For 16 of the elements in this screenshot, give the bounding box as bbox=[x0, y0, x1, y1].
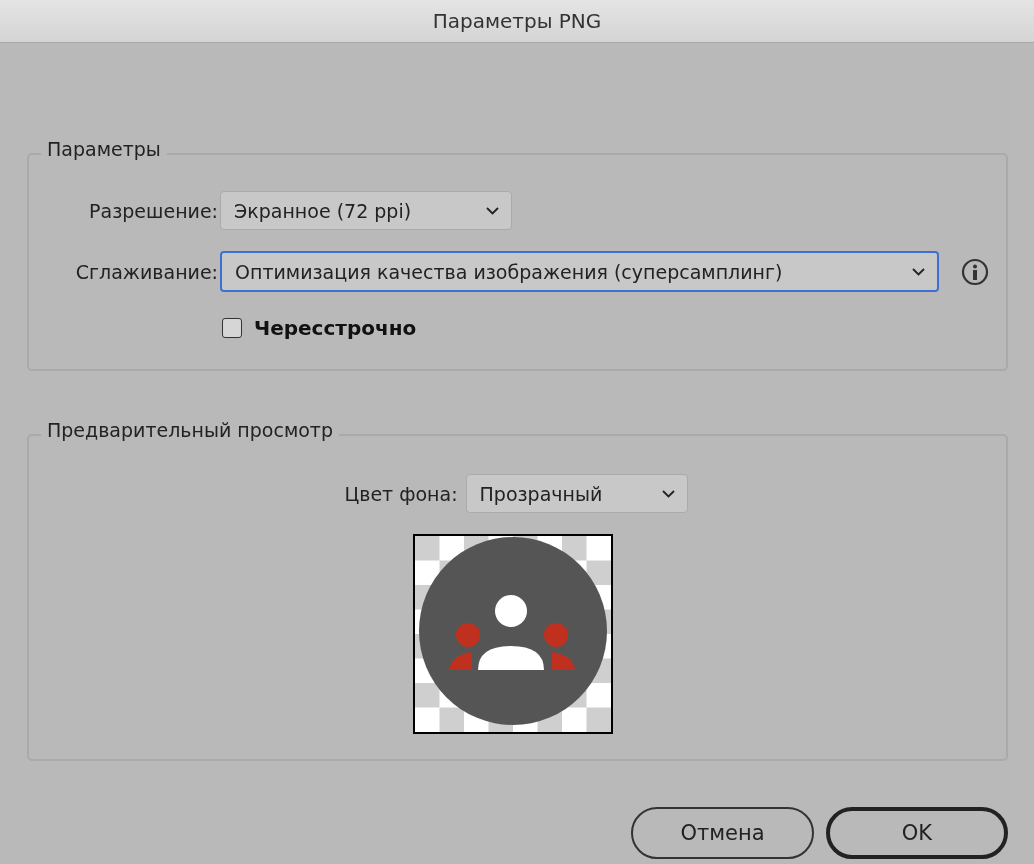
chevron-icon bbox=[486, 206, 499, 215]
cancel-button[interactable]: Отмена bbox=[631, 807, 814, 859]
field-label: Сглаживание: bbox=[74, 260, 218, 283]
chevron-icon bbox=[912, 267, 925, 276]
interlaced-checkbox[interactable] bbox=[222, 318, 242, 338]
checkbox-label: Чересстрочно bbox=[254, 316, 417, 340]
field-label: Разрешение: bbox=[88, 199, 218, 222]
chevron-icon bbox=[661, 489, 675, 498]
info-icon[interactable] bbox=[961, 257, 989, 286]
background-color-dropdown[interactable]: Прозрачный bbox=[465, 474, 688, 513]
group-legend: Предварительный просмотр bbox=[41, 419, 339, 441]
resolution-dropdown[interactable]: Экранное (72 ppi) bbox=[220, 191, 512, 230]
field-label: Цвет фона: bbox=[344, 482, 458, 505]
ok-button[interactable]: OK bbox=[826, 807, 1008, 859]
window-title: Параметры PNG bbox=[432, 9, 602, 33]
antialiasing-dropdown[interactable]: Оптимизация качества изображения (суперсамплинг) bbox=[220, 251, 939, 292]
